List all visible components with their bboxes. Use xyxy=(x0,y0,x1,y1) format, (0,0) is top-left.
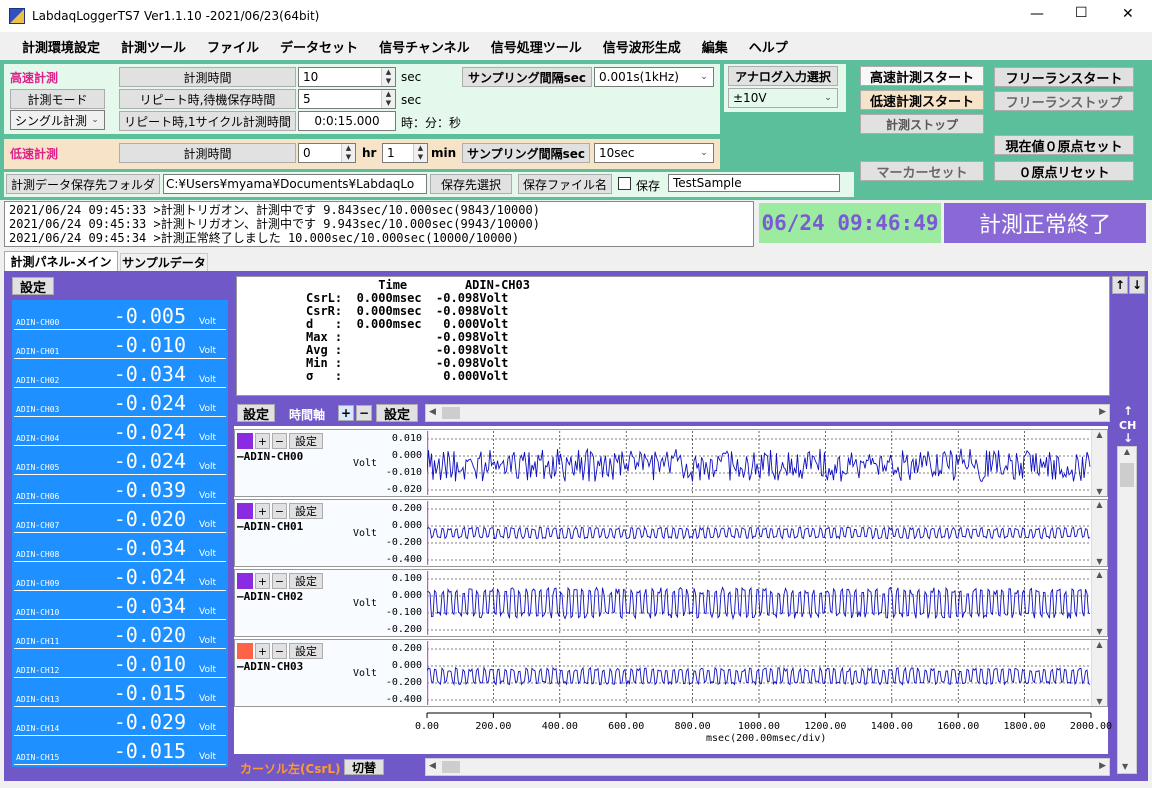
x-tick-label: 1600.00 xyxy=(937,721,980,732)
chevron-left-icon: ◀ xyxy=(429,761,436,771)
x-tick-label: 1000.00 xyxy=(737,721,781,732)
cursor-scrollbar[interactable]: ◀ ▶ xyxy=(425,758,1110,776)
switch-button[interactable]: 切替 xyxy=(344,759,384,775)
cursor-label: カーソル左(CsrL) xyxy=(240,762,341,776)
x-tick-label: 400.00 xyxy=(541,721,578,732)
x-axis-label: msec(200.00msec/div) xyxy=(706,733,827,744)
x-tick-label: 800.00 xyxy=(674,721,711,732)
x-tick-label: 1200.00 xyxy=(804,721,847,732)
x-tick-label: 600.00 xyxy=(608,721,645,732)
x-tick-label: 2000.00 xyxy=(1069,721,1113,732)
chevron-right-icon: ▶ xyxy=(1099,761,1106,771)
x-tick-label: 1800.00 xyxy=(1003,721,1046,732)
x-tick-label: 0.00 xyxy=(414,721,440,732)
scroll-thumb[interactable] xyxy=(442,761,460,773)
x-tick-label: 1400.00 xyxy=(870,721,913,732)
x-tick-label: 200.00 xyxy=(475,721,512,732)
x-axis xyxy=(426,712,1092,718)
